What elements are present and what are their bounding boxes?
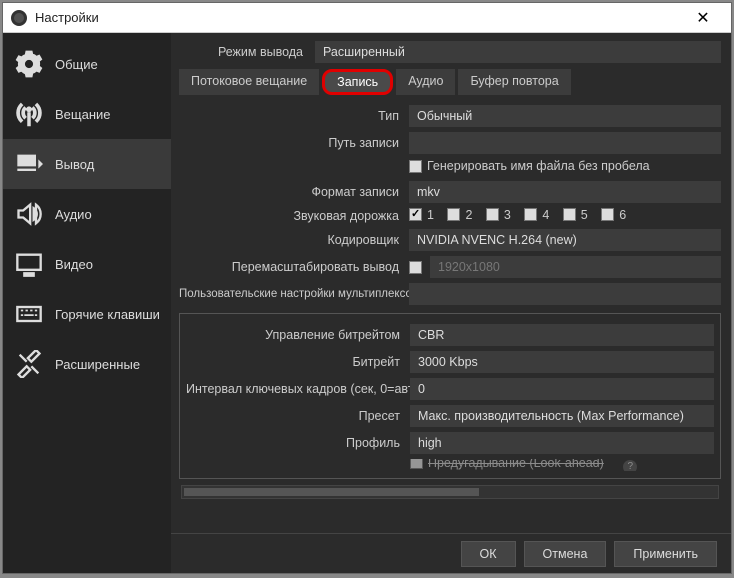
sidebar: Общие Вещание Вывод Аудио Видео Горячие … (3, 33, 171, 573)
sidebar-label: Вывод (55, 157, 94, 172)
keyboard-icon (13, 298, 45, 330)
rescale-checkbox[interactable] (409, 261, 422, 274)
sidebar-item-audio[interactable]: Аудио (3, 189, 171, 239)
type-select[interactable]: Обычный (409, 105, 721, 127)
sidebar-item-output[interactable]: Вывод (3, 139, 171, 189)
horizontal-scrollbar[interactable] (181, 485, 719, 499)
tracks-group: 1 2 3 4 5 6 (409, 208, 721, 225)
sidebar-item-stream[interactable]: Вещание (3, 89, 171, 139)
body: Общие Вещание Вывод Аудио Видео Горячие … (3, 33, 731, 573)
path-input[interactable] (409, 132, 721, 154)
nospace-checkbox[interactable]: Генерировать имя файла без пробела (409, 159, 650, 173)
profile-label: Профиль (186, 436, 410, 450)
preset-select[interactable]: Макс. производительность (Max Performanc… (410, 405, 714, 427)
sidebar-item-video[interactable]: Видео (3, 239, 171, 289)
ok-button[interactable]: ОК (461, 541, 516, 567)
track-5-checkbox[interactable]: 5 (563, 208, 588, 222)
content: Режим вывода Расширенный Потоковое вещан… (171, 33, 731, 533)
sidebar-item-hotkeys[interactable]: Горячие клавиши (3, 289, 171, 339)
help-icon[interactable]: ? (623, 460, 637, 471)
main-panel: Режим вывода Расширенный Потоковое вещан… (171, 33, 731, 573)
track-4-checkbox[interactable]: 4 (524, 208, 549, 222)
type-label: Тип (179, 109, 409, 123)
window-title: Настройки (35, 10, 683, 25)
preset-label: Пресет (186, 409, 410, 423)
output-tabs: Потоковое вещание Запись Аудио Буфер пов… (179, 69, 721, 95)
rescale-value: 1920x1080 (430, 256, 721, 278)
format-select[interactable]: mkv (409, 181, 721, 203)
tracks-label: Звуковая дорожка (179, 209, 409, 223)
speaker-icon (13, 198, 45, 230)
track-6-checkbox[interactable]: 6 (601, 208, 626, 222)
mux-label: Пользовательские настройки мультиплексор… (179, 288, 409, 300)
titlebar: Настройки ✕ (3, 3, 731, 33)
monitor-icon (13, 248, 45, 280)
antenna-icon (13, 98, 45, 130)
rescale-label: Перемасштабировать вывод (179, 260, 409, 274)
track-3-checkbox[interactable]: 3 (486, 208, 511, 222)
sidebar-label: Общие (55, 57, 98, 72)
track-1-checkbox[interactable]: 1 (409, 208, 434, 222)
format-label: Формат записи (179, 185, 409, 199)
gear-icon (13, 48, 45, 80)
lookahead-checkbox[interactable]: Предугадывание (Look-ahead) (410, 459, 604, 470)
obs-logo-icon (11, 10, 27, 26)
rc-select[interactable]: CBR (410, 324, 714, 346)
tab-streaming[interactable]: Потоковое вещание (179, 69, 319, 95)
track-2-checkbox[interactable]: 2 (447, 208, 472, 222)
mux-input[interactable] (409, 283, 721, 305)
encoder-settings-group: Управление битрейтом CBR Битрейт 3000 Kb… (179, 313, 721, 479)
rc-label: Управление битрейтом (186, 328, 410, 342)
output-mode-select[interactable]: Расширенный (315, 41, 721, 63)
sidebar-label: Вещание (55, 107, 111, 122)
kf-input[interactable]: 0 (410, 378, 714, 400)
br-label: Битрейт (186, 355, 410, 369)
profile-select[interactable]: high (410, 432, 714, 454)
output-icon (13, 148, 45, 180)
sidebar-label: Расширенные (55, 357, 140, 372)
apply-button[interactable]: Применить (614, 541, 717, 567)
sidebar-label: Аудио (55, 207, 92, 222)
kf-label: Интервал ключевых кадров (сек, 0=авто) (186, 382, 410, 396)
close-button[interactable]: ✕ (683, 8, 723, 28)
sidebar-label: Горячие клавиши (55, 307, 160, 322)
tab-replay[interactable]: Буфер повтора (458, 69, 570, 95)
sidebar-item-general[interactable]: Общие (3, 39, 171, 89)
path-label: Путь записи (179, 136, 409, 150)
sidebar-label: Видео (55, 257, 93, 272)
br-input[interactable]: 3000 Kbps (410, 351, 714, 373)
encoder-label: Кодировщик (179, 233, 409, 247)
tab-audio[interactable]: Аудио (396, 69, 455, 95)
sidebar-item-advanced[interactable]: Расширенные (3, 339, 171, 389)
tab-recording[interactable]: Запись (322, 69, 393, 95)
output-mode-label: Режим вывода (179, 45, 309, 59)
cancel-button[interactable]: Отмена (524, 541, 607, 567)
encoder-select[interactable]: NVIDIA NVENC H.264 (new) (409, 229, 721, 251)
dialog-footer: ОК Отмена Применить (171, 533, 731, 573)
tools-icon (13, 348, 45, 380)
settings-window: Настройки ✕ Общие Вещание Вывод Аудио (2, 2, 732, 574)
